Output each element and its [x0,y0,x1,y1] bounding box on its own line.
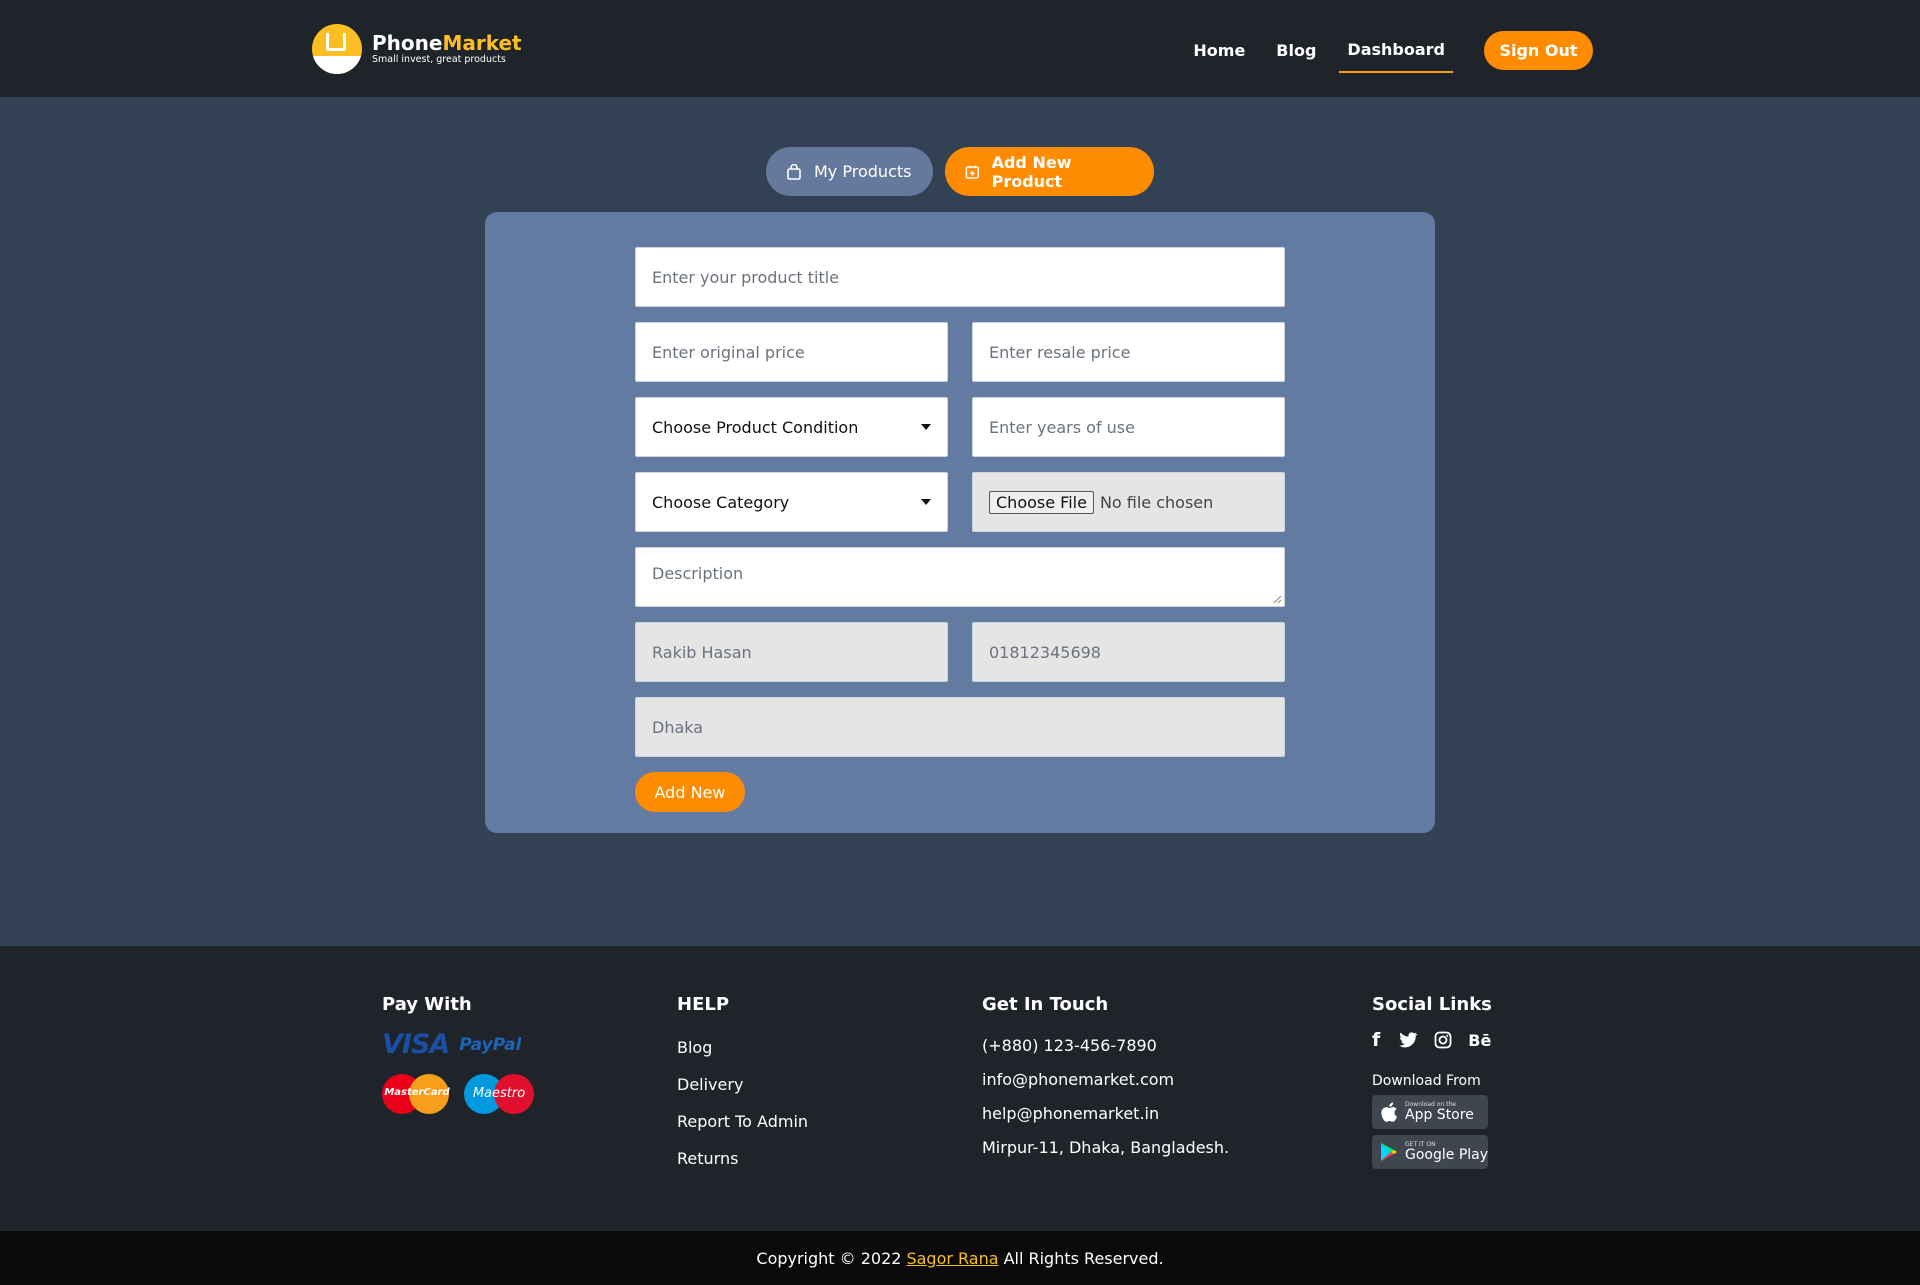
tab-my-products[interactable]: My Products [766,147,933,196]
caret-down-icon [921,424,931,430]
brand-name-part1: Phone [372,31,443,55]
tab-add-new-product-label: Add New Product [991,152,1072,191]
add-new-button[interactable]: Add New [635,772,745,812]
copyright-prefix: Copyright © 2022 [756,1248,902,1268]
apple-icon [1381,1102,1397,1122]
maestro-logo-icon: Maestro [464,1074,534,1114]
download-from-title: Download From [1372,1073,1481,1089]
choose-file-button[interactable]: Choose File [989,490,1094,514]
mastercard-label: MasterCard [384,1087,450,1098]
brand-name-part2: Market [442,31,522,55]
footer-link-returns[interactable]: Returns [677,1140,808,1177]
instagram-icon[interactable] [1434,1031,1452,1049]
contact-address: Mirpur-11, Dhaka, Bangladesh. [982,1138,1230,1157]
category-select[interactable]: Choose Category [635,472,948,532]
brand-logo[interactable]: PhoneMarket Small invest, great products [312,24,522,74]
contact-section: Get In Touch (+880) 123-456-7890 info@ph… [982,994,1229,1165]
resale-price-input[interactable]: Enter resale price [972,322,1285,382]
footer-link-blog[interactable]: Blog [677,1029,808,1066]
visa-logo-icon: VISA [382,1029,450,1060]
tab-my-products-label: My Products [814,162,912,181]
copyright-bar: Copyright © 2022 Sagor Rana All Rights R… [0,1231,1920,1285]
sign-out-button[interactable]: Sign Out [1484,31,1593,70]
pay-with-title: Pay With [382,994,472,1015]
author-link[interactable]: Sagor Rana [906,1249,998,1268]
pay-with-section: Pay With VISA PayPal MasterCard Maestro [382,994,534,1114]
image-file-input: Choose File No file chosen [972,472,1285,532]
nav-home[interactable]: Home [1193,31,1245,72]
dashboard-tabs: My Products Add New Product [766,147,1154,196]
help-section: HELP Blog Delivery Report To Admin Retur… [677,994,808,1177]
google-play-badge[interactable]: GET IT ON Google Play [1372,1135,1488,1169]
shopping-bag-icon [787,163,801,180]
brand-name: PhoneMarket [372,32,522,54]
brand-tagline: Small invest, great products [372,54,506,65]
category-value: Choose Category [652,492,790,512]
product-title-input[interactable]: Enter your product title [635,247,1285,307]
cart-logo-icon [312,24,362,74]
site-footer: Pay With VISA PayPal MasterCard Maestro … [0,946,1920,1231]
contact-email-help[interactable]: help@phonemarket.in [982,1097,1229,1131]
app-store-badge[interactable]: Download on the App Store [1372,1095,1488,1129]
original-price-input[interactable]: Enter original price [635,322,948,382]
add-product-form: Enter your product title Enter original … [485,212,1435,833]
twitter-icon[interactable] [1398,1031,1418,1049]
tab-add-new-product[interactable]: Add New Product [945,147,1154,196]
seller-name-field: Rakib Hasan [635,622,948,682]
file-status-text: No file chosen [1099,492,1214,512]
social-section: Social Links f Bē Download From Download… [1372,994,1509,1169]
calendar-plus-icon [965,165,979,179]
mastercard-logo-icon: MasterCard [382,1074,452,1114]
resize-handle-icon[interactable] [1272,594,1282,604]
footer-link-report-to-admin[interactable]: Report To Admin [677,1103,808,1140]
behance-icon[interactable]: Bē [1468,1031,1491,1050]
paypal-logo-icon: PayPal [459,1034,522,1055]
nav-blog[interactable]: Blog [1276,31,1316,72]
phone-number-field: 01812345698 [972,622,1285,682]
main-nav: Home Blog Dashboard Sign Out [1193,30,1593,73]
maestro-label: Maestro [472,1086,526,1101]
contact-title: Get In Touch [982,994,1109,1015]
nav-dashboard[interactable]: Dashboard [1339,30,1453,73]
caret-down-icon [921,499,931,505]
help-title: HELP [677,994,730,1015]
facebook-icon[interactable]: f [1372,1029,1380,1051]
copyright-suffix: All Rights Reserved. [1003,1248,1164,1268]
footer-link-delivery[interactable]: Delivery [677,1066,808,1103]
description-textarea[interactable]: Description [635,547,1285,607]
product-condition-select[interactable]: Choose Product Condition [635,397,948,457]
site-header: PhoneMarket Small invest, great products… [0,0,1920,97]
years-of-use-input[interactable]: Enter years of use [972,397,1285,457]
location-field: Dhaka [635,697,1285,757]
google-play-big-text: Google Play [1405,1147,1489,1163]
product-condition-value: Choose Product Condition [652,417,859,437]
description-placeholder: Description [652,564,744,583]
contact-email-info[interactable]: info@phonemarket.com [982,1063,1229,1097]
social-title: Social Links [1372,994,1492,1015]
google-play-icon [1381,1143,1397,1161]
contact-phone: (+880) 123-456-7890 [982,1036,1157,1055]
app-store-big-text: App Store [1405,1107,1474,1123]
